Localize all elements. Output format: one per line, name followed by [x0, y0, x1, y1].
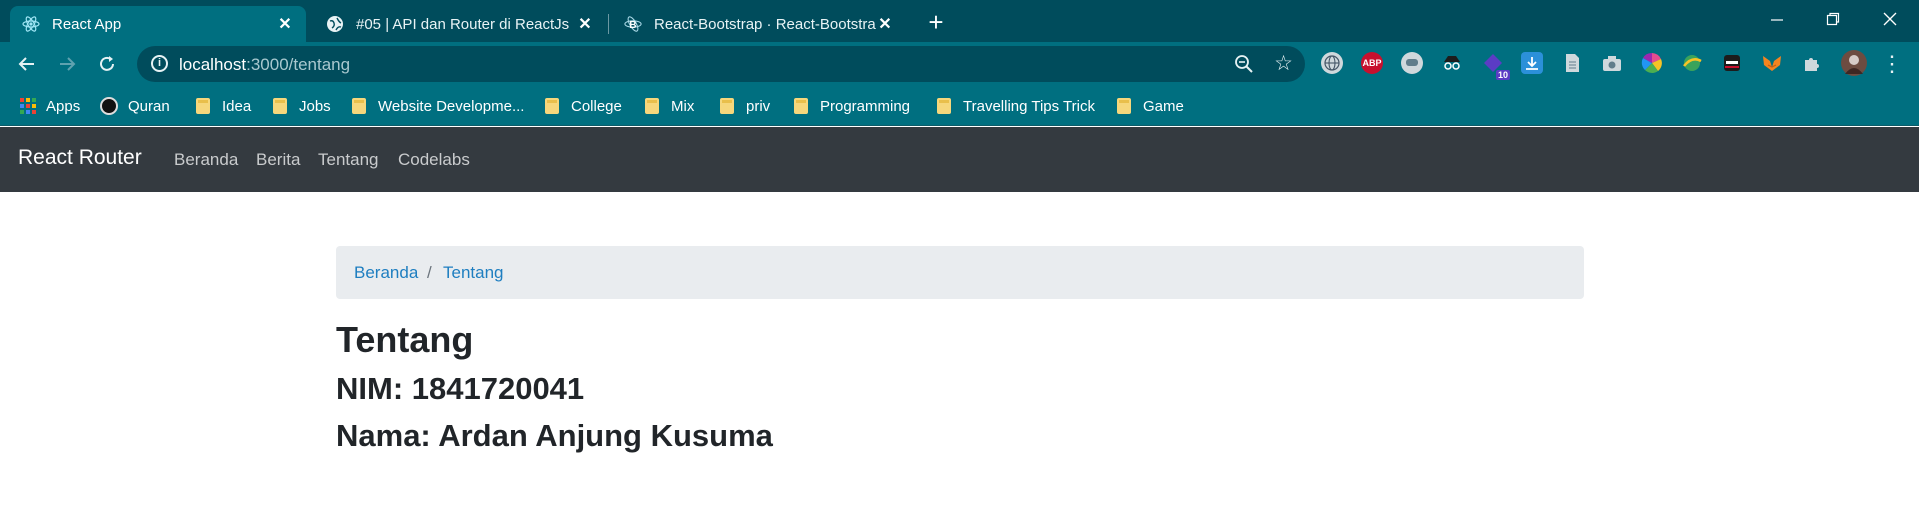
tab-react-bootstrap[interactable]: B React-Bootstrap · React-Bootstrap ✕ [612, 6, 906, 42]
tab-title: #05 | API dan Router di ReactJs [356, 15, 570, 33]
browser-toolbar: i localhost:3000/tentang ☆ ABP 10 ⋮ [0, 42, 1919, 86]
adblock-label: ABP [1362, 58, 1382, 68]
breadcrumb: Beranda / Tentang [336, 246, 1584, 299]
page-title: Tentang [336, 319, 474, 360]
avatar-icon[interactable] [1841, 50, 1867, 76]
adblock-plus-icon[interactable]: ABP [1361, 52, 1383, 74]
globe-green-icon[interactable] [1681, 52, 1703, 74]
tab-separator [608, 14, 609, 34]
new-tab-icon[interactable]: + [922, 9, 950, 37]
minimize-icon[interactable] [1749, 0, 1805, 38]
folder-icon [1117, 98, 1131, 114]
bookmark-label: priv [746, 97, 771, 115]
bookmark-label: Jobs [299, 97, 331, 115]
folder-icon [720, 98, 734, 114]
globe-icon [326, 15, 344, 33]
quran-icon [100, 97, 118, 115]
bookmark-star-icon[interactable]: ☆ [1274, 51, 1293, 76]
apps-grid-icon [20, 98, 36, 114]
nav-link-berita[interactable]: Berita [256, 150, 300, 170]
address-bar[interactable]: i localhost:3000/tentang ☆ [137, 46, 1305, 82]
document-icon[interactable] [1561, 52, 1583, 74]
folder-icon [794, 98, 808, 114]
breadcrumb-item-tentang[interactable]: Tentang [443, 263, 504, 283]
close-tab-icon[interactable]: ✕ [276, 14, 294, 34]
bookmark-jobs[interactable]: Jobs [273, 96, 331, 116]
bookmark-college[interactable]: College [545, 96, 622, 116]
bookmarks-bar: Apps Quran Idea Jobs Website Developme..… [0, 86, 1919, 126]
ninja-icon[interactable] [1721, 52, 1743, 74]
bookmark-label: Website Developme... [378, 97, 525, 115]
bookmark-apps[interactable]: Apps [20, 96, 80, 116]
restore-icon[interactable] [1805, 0, 1861, 38]
bookmark-label: Apps [46, 97, 81, 115]
bookmark-programming[interactable]: Programming [794, 96, 910, 116]
url-text[interactable]: localhost:3000/tentang [179, 55, 350, 75]
bookmark-travelling-tips-trick[interactable]: Travelling Tips Trick [937, 96, 1095, 116]
tab-api-router[interactable]: #05 | API dan Router di ReactJs ✕ [314, 6, 606, 42]
forward-icon[interactable] [52, 49, 82, 79]
url-path: :3000/tentang [246, 55, 351, 74]
breadcrumb-separator: / [427, 263, 432, 282]
react-bootstrap-icon: B [624, 15, 642, 33]
breadcrumb-item-beranda[interactable]: Beranda [354, 263, 418, 283]
folder-icon [352, 98, 366, 114]
react-icon [22, 15, 40, 33]
chrome-menu-icon[interactable]: ⋮ [1877, 49, 1907, 79]
download-icon[interactable] [1521, 52, 1543, 74]
folder-icon [273, 98, 287, 114]
extension-badge-count: 10 [1495, 70, 1510, 80]
nim-text: NIM: 1841720041 [336, 371, 585, 406]
tab-strip: React App ✕ #05 | API dan Router di Reac… [0, 0, 1919, 42]
puzzle-icon[interactable] [1801, 52, 1823, 74]
incognito-icon[interactable] [1441, 52, 1463, 74]
chat-bubble-icon[interactable] [1401, 52, 1423, 74]
folder-icon [937, 98, 951, 114]
tab-react-app[interactable]: React App ✕ [10, 6, 306, 42]
bookmark-priv[interactable]: priv [720, 96, 770, 116]
app-navbar: React Router Beranda Berita Tentang Code… [0, 127, 1919, 192]
close-tab-icon[interactable]: ✕ [576, 14, 594, 34]
navbar-brand[interactable]: React Router [18, 146, 142, 170]
bookmark-website-development[interactable]: Website Developme... [352, 96, 524, 116]
tab-title: React App [52, 15, 122, 33]
reload-icon[interactable] [92, 49, 122, 79]
globe-extension-icon[interactable] [1321, 52, 1343, 74]
bookmark-label: Game [1143, 97, 1184, 115]
bookmark-label: Programming [820, 97, 911, 115]
nav-link-beranda[interactable]: Beranda [174, 150, 238, 170]
zoom-out-icon[interactable] [1233, 53, 1255, 75]
bookmark-label: Travelling Tips Trick [963, 97, 1095, 115]
folder-icon [545, 98, 559, 114]
extension-badge-icon[interactable]: 10 [1482, 52, 1510, 80]
nama-text: Nama: Ardan Anjung Kusuma [336, 418, 773, 453]
bookmark-label: Mix [671, 97, 695, 115]
folder-icon [645, 98, 659, 114]
close-window-icon[interactable] [1862, 0, 1918, 38]
metamask-icon[interactable] [1761, 52, 1783, 74]
bookmark-mix[interactable]: Mix [645, 96, 694, 116]
svg-text:B: B [629, 20, 636, 31]
url-host: localhost [179, 55, 247, 74]
camera-icon[interactable] [1601, 52, 1623, 74]
bookmark-label: College [571, 97, 622, 115]
bookmark-idea[interactable]: Idea [196, 96, 251, 116]
nav-link-codelabs[interactable]: Codelabs [398, 150, 470, 170]
site-info-icon[interactable]: i [151, 55, 168, 72]
tab-title: React-Bootstrap · React-Bootstrap [654, 15, 876, 33]
folder-icon [196, 98, 210, 114]
nav-link-tentang[interactable]: Tentang [318, 150, 379, 170]
back-icon[interactable] [12, 49, 42, 79]
bookmark-quran[interactable]: Quran [100, 96, 170, 116]
color-picker-icon[interactable] [1641, 52, 1663, 74]
bookmark-label: Idea [222, 97, 252, 115]
bookmark-game[interactable]: Game [1117, 96, 1184, 116]
close-tab-icon[interactable]: ✕ [876, 14, 894, 34]
bookmark-label: Quran [128, 97, 170, 115]
